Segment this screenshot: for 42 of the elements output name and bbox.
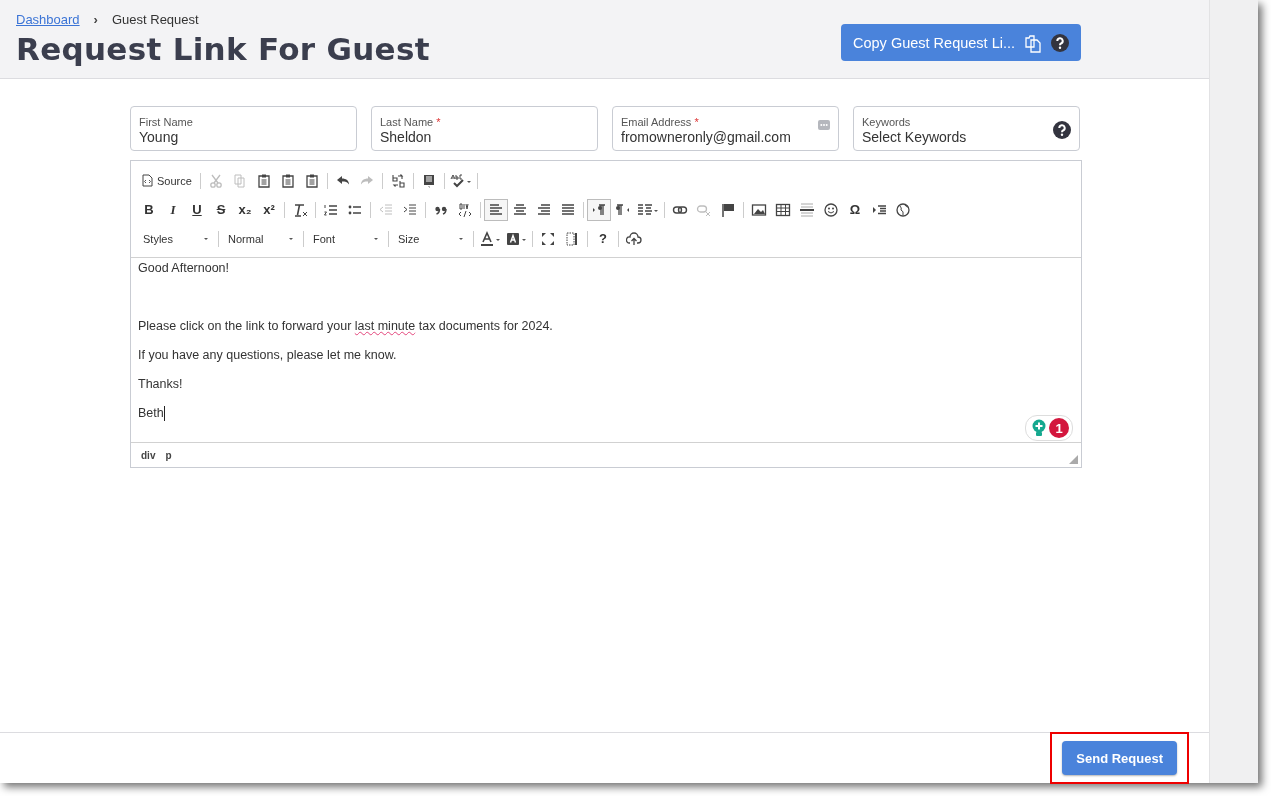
breadcrumb-current: Guest Request <box>111 12 199 27</box>
input-field[interactable]: Email Address * fromowneronly@gmail.com <box>612 106 839 151</box>
body-paragraph: Please click on the link to forward your last minute tax documents for 2024. <box>138 318 554 335</box>
page-title: Request Link For Guest <box>16 31 430 67</box>
body-paragraph: Good Afternoon! <box>138 260 231 277</box>
element-path-item[interactable]: p <box>165 449 172 461</box>
input-field[interactable]: First Name Young <box>130 106 357 151</box>
help-button[interactable]: ? <box>591 227 615 250</box>
writing-assistant-widget[interactable]: 1 <box>1025 415 1073 441</box>
body-paragraph: Thanks! <box>138 376 184 393</box>
format-dropdown[interactable]: Font <box>307 227 385 250</box>
lightbulb-icon <box>1031 419 1047 437</box>
send-request-button[interactable]: Send Request <box>1062 741 1177 775</box>
help-icon[interactable] <box>1051 33 1069 52</box>
caret-icon <box>203 235 209 242</box>
align-left-icon[interactable] <box>484 198 508 221</box>
format-button[interactable]: U <box>185 198 209 221</box>
keywords-select[interactable]: Keywords Select Keywords <box>853 106 1080 151</box>
format-button[interactable]: B <box>137 198 161 221</box>
body-paragraph: If you have any questions, please let me know. <box>138 347 398 364</box>
copy-icon <box>1023 32 1043 53</box>
breadcrumb-separator: › <box>93 12 98 27</box>
format-button[interactable]: S <box>209 198 233 221</box>
breadcrumb-link[interactable]: Dashboard <box>16 12 80 27</box>
format-button[interactable]: x² <box>257 198 281 221</box>
copy-link-button[interactable]: Copy Guest Request Li... <box>841 24 1081 61</box>
code-file-icon <box>142 174 153 187</box>
input-field[interactable]: Last Name * Sheldon <box>371 106 598 151</box>
resize-grip-icon[interactable] <box>1069 455 1078 464</box>
help-icon[interactable] <box>1053 121 1071 139</box>
format-dropdown[interactable]: Size <box>392 227 470 250</box>
format-button[interactable]: x₂ <box>233 198 257 221</box>
source-button[interactable]: Source <box>137 169 197 192</box>
format-dropdown[interactable]: Styles <box>137 227 215 250</box>
element-path-item[interactable]: div <box>141 449 156 461</box>
caret-icon <box>373 235 379 242</box>
format-button[interactable]: Ω <box>843 198 867 221</box>
paragraph-ltr-icon[interactable] <box>587 198 611 221</box>
caret-icon <box>288 235 294 242</box>
caret-icon <box>458 235 464 242</box>
format-dropdown[interactable]: Normal <box>222 227 300 250</box>
format-button[interactable]: I <box>161 198 185 221</box>
